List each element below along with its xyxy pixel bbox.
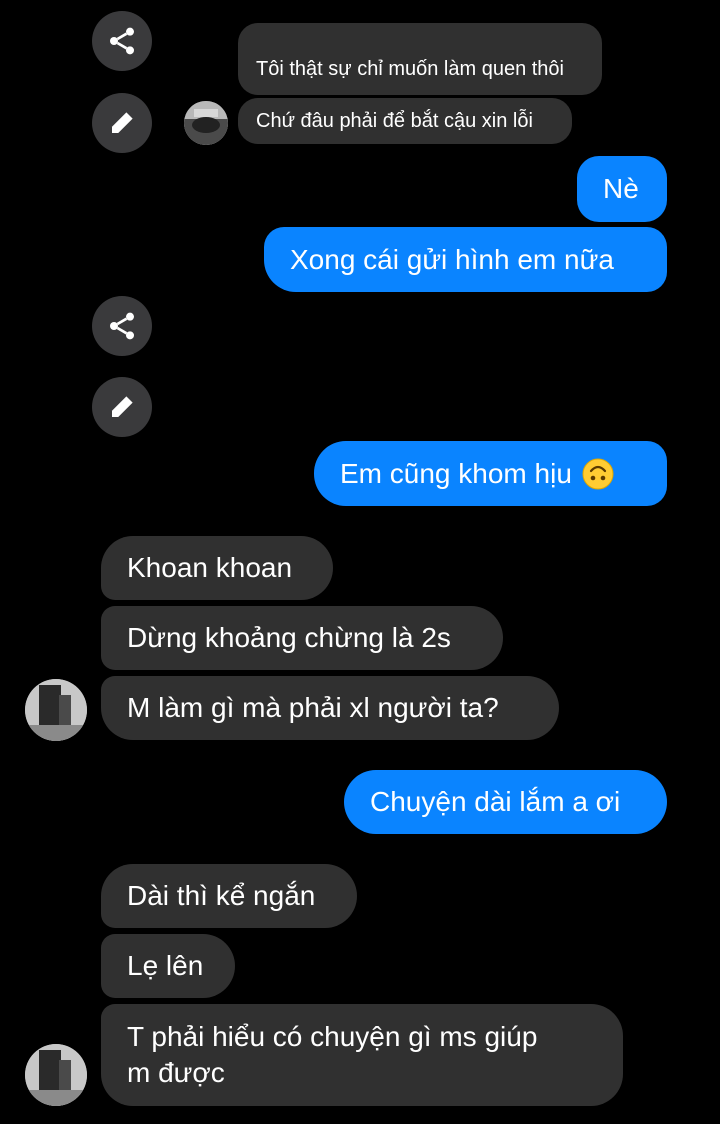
message-text: Chuyện dài lắm a ơi (370, 786, 621, 818)
message-text: Chứ đâu phải để bắt cậu xin lỗi (256, 110, 533, 132)
message-text: M làm gì mà phải xl người ta? (127, 692, 499, 724)
pencil-icon (112, 396, 133, 417)
message-bubble-incoming[interactable]: Dừng khoảng chừng là 2s (101, 606, 503, 670)
message-text: Dừng khoảng chừng là 2s (127, 622, 451, 654)
avatar[interactable] (25, 679, 87, 741)
avatar[interactable] (184, 101, 228, 145)
message-bubble-incoming[interactable]: Dài thì kể ngắn (101, 864, 357, 928)
message-text: Lẹ lên (127, 950, 204, 982)
message-bubble-incoming[interactable]: Chứ đâu phải để bắt cậu xin lỗi (238, 98, 572, 144)
edit-button-1[interactable] (92, 93, 152, 153)
message-text: Dài thì kể ngắn (127, 880, 316, 912)
message-text: Khoan khoan (127, 552, 293, 584)
share-button-1[interactable] (92, 11, 152, 71)
message-text: Nè (603, 173, 639, 205)
message-bubble-outgoing[interactable]: Chuyện dài lắm a ơi (344, 770, 667, 834)
edit-button-2[interactable] (92, 377, 152, 437)
message-bubble-incoming[interactable]: T phải hiểu có chuyện gì ms giúp m được (101, 1004, 623, 1106)
message-bubble-outgoing[interactable]: Em cũng khom hịu (314, 441, 667, 506)
message-bubble-outgoing[interactable]: Nè (577, 156, 667, 222)
message-bubble-outgoing[interactable]: Xong cái gửi hình em nữa (264, 227, 667, 292)
share-icon (110, 27, 134, 55)
message-bubble-incoming[interactable]: Khoan khoan (101, 536, 333, 600)
message-text: Xong cái gửi hình em nữa (290, 243, 614, 275)
message-text: T phải hiểu có chuyện gì ms giúp m được (127, 1021, 538, 1088)
message-bubble-incoming[interactable]: Tôi thật sự chỉ muốn làm quen thôi (238, 23, 602, 95)
share-button-2[interactable] (92, 296, 152, 356)
avatar[interactable] (25, 1044, 87, 1106)
message-bubble-incoming[interactable]: M làm gì mà phải xl người ta? (101, 676, 559, 740)
pencil-icon (112, 112, 133, 133)
message-bubble-incoming[interactable]: Lẹ lên (101, 934, 235, 998)
message-text: Em cũng khom hịu (340, 457, 572, 489)
message-text: Tôi thật sự chỉ muốn làm quen thôi (256, 58, 564, 80)
share-icon (110, 312, 134, 340)
upside-down-face-icon (582, 458, 614, 490)
